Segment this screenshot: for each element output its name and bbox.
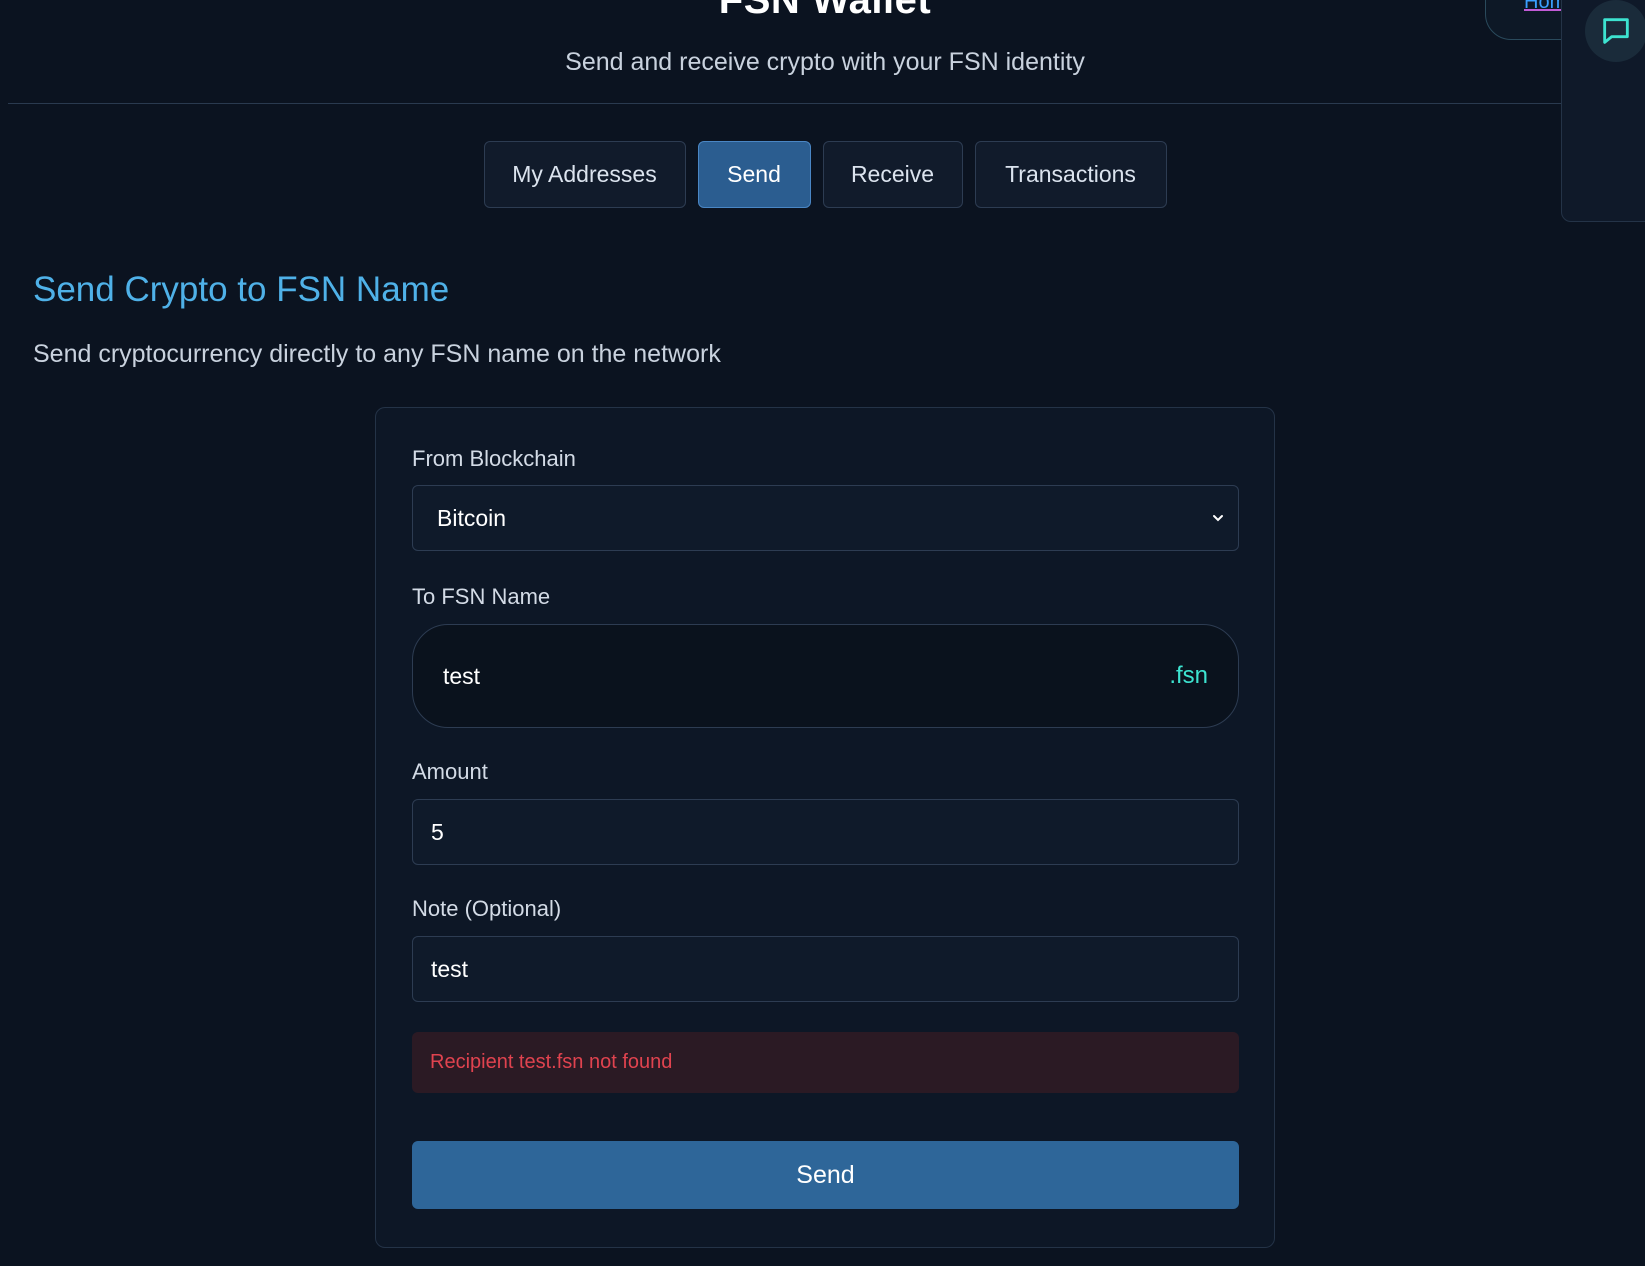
to-fsn-name-label: To FSN Name bbox=[412, 584, 551, 609]
section-description: Send cryptocurrency directly to any FSN … bbox=[33, 340, 721, 368]
amount-input[interactable]: 5 bbox=[412, 799, 1239, 865]
note-input[interactable]: test bbox=[412, 936, 1239, 1002]
note-value: test bbox=[431, 955, 469, 982]
to-fsn-name-value: test bbox=[443, 662, 481, 689]
tab-my-addresses[interactable]: My Addresses bbox=[483, 141, 686, 208]
send-form-card: From Blockchain Bitcoin To FSN Name test… bbox=[375, 407, 1275, 1248]
chat-button[interactable] bbox=[1585, 0, 1645, 62]
tab-send[interactable]: Send bbox=[697, 141, 811, 208]
amount-value: 5 bbox=[431, 818, 444, 845]
from-blockchain-value: Bitcoin bbox=[437, 504, 507, 531]
to-fsn-name-input[interactable]: test .fsn bbox=[412, 624, 1239, 728]
from-blockchain-select[interactable]: Bitcoin bbox=[412, 485, 1239, 551]
error-text: Recipient test.fsn not found bbox=[430, 1051, 673, 1073]
amount-label: Amount bbox=[412, 759, 488, 784]
send-button[interactable]: Send bbox=[412, 1141, 1239, 1209]
header-divider bbox=[8, 103, 1564, 104]
app-title: FSN Wallet bbox=[718, 0, 932, 22]
tab-receive[interactable]: Receive bbox=[822, 141, 963, 208]
wallet-tabs: My Addresses Send Receive Transactions bbox=[0, 141, 1645, 208]
fsn-suffix: .fsn bbox=[1169, 662, 1208, 689]
error-message: Recipient test.fsn not found bbox=[412, 1032, 1239, 1093]
section-title: Send Crypto to FSN Name bbox=[33, 270, 450, 309]
wallet-page: FSN Wallet Send and receive crypto with … bbox=[0, 0, 1645, 1266]
chevron-down-icon bbox=[1213, 515, 1223, 522]
app-subtitle: Send and receive crypto with your FSN id… bbox=[565, 48, 1085, 76]
from-blockchain-label: From Blockchain bbox=[412, 446, 576, 471]
chat-bubble-icon bbox=[1603, 18, 1629, 44]
tab-transactions[interactable]: Transactions bbox=[974, 141, 1167, 208]
note-label: Note (Optional) bbox=[412, 896, 562, 921]
